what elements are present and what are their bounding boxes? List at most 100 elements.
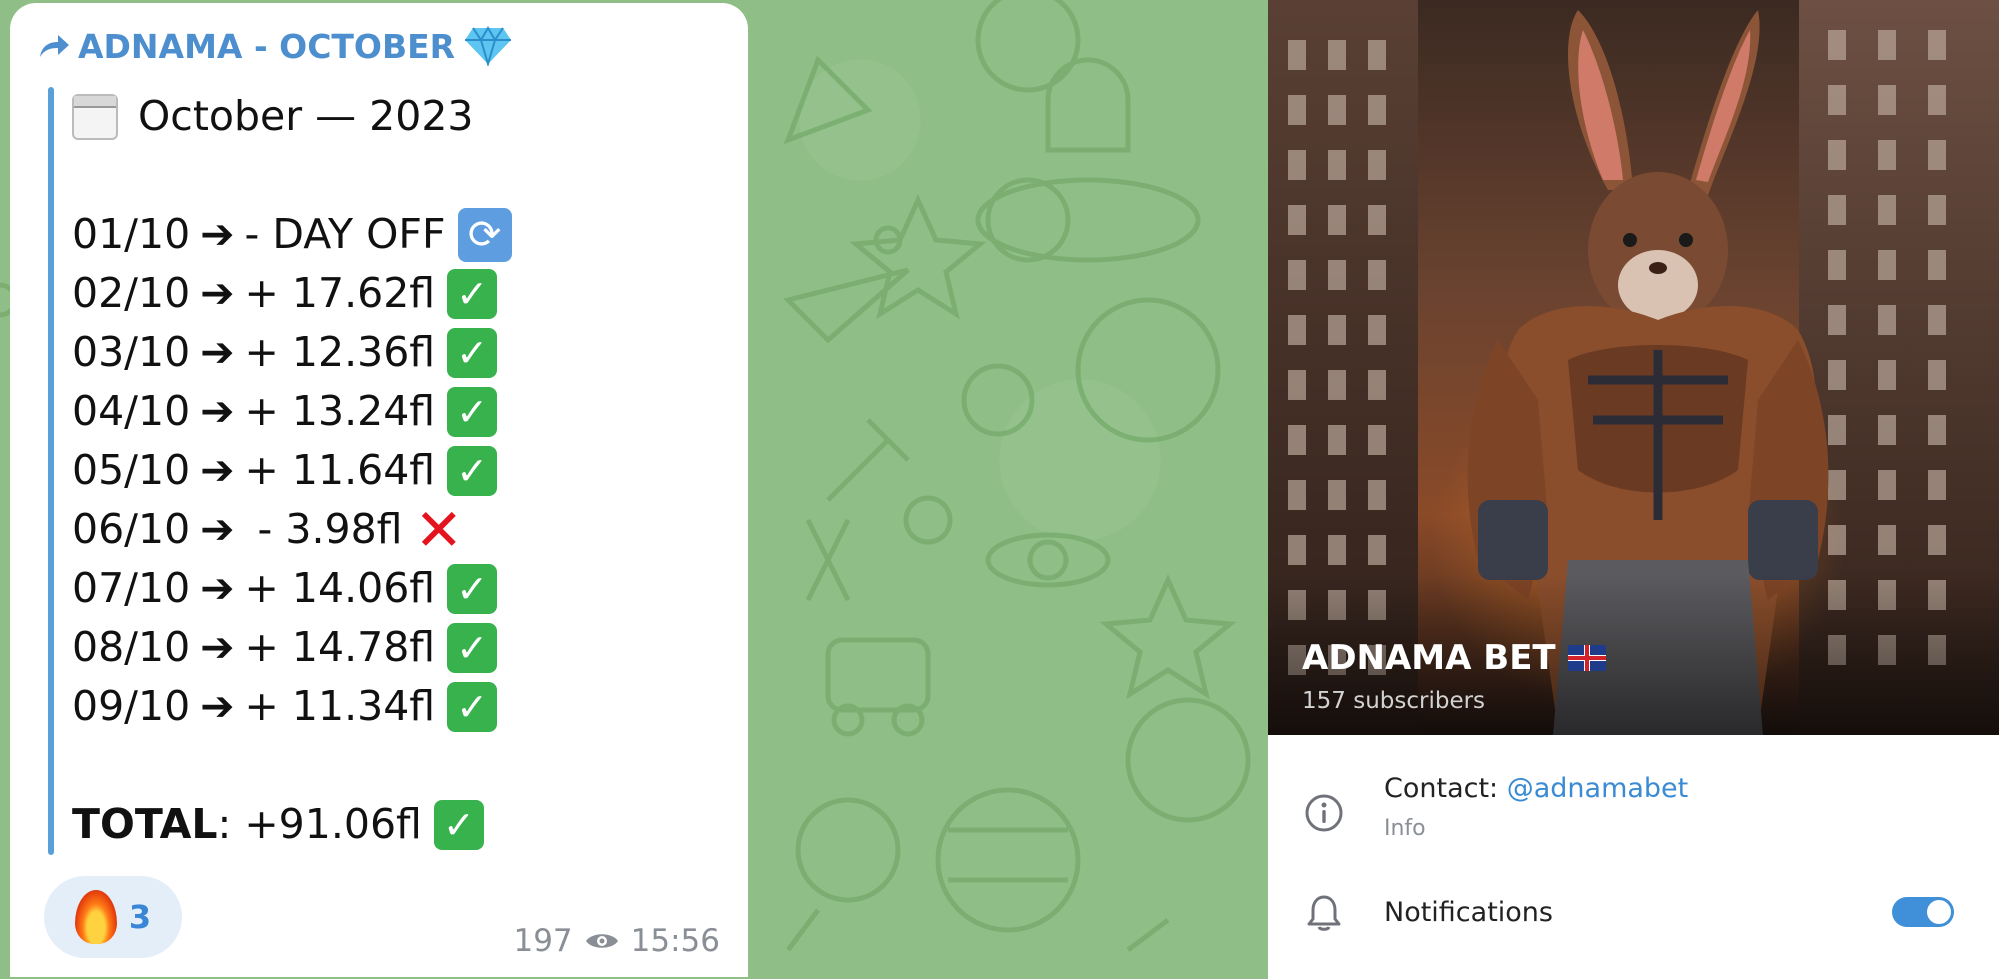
forwarded-header[interactable]: ADNAMA - OCTOBER	[38, 21, 513, 71]
building-window	[1328, 480, 1346, 510]
entry-date: 04/10	[72, 387, 191, 435]
building-window	[1328, 425, 1346, 455]
entry-line: 01/10 ➔ - DAY OFF ⟳	[72, 205, 512, 264]
building-window	[1928, 360, 1946, 390]
check-mark-icon: ✓	[447, 268, 498, 319]
contact-handle-link[interactable]: @adnamabet	[1507, 773, 1689, 804]
total-value: : +91.06fl	[217, 800, 422, 848]
message-bubble[interactable]: ADNAMA - OCTOBER October — 2023 01/10 ➔ - …	[10, 3, 748, 977]
building-window	[1878, 525, 1896, 555]
check-mark-icon: ✓	[447, 386, 498, 437]
building-window	[1288, 40, 1306, 70]
notifications-toggle[interactable]	[1892, 897, 1954, 927]
building-window	[1328, 535, 1346, 565]
building-window	[1878, 85, 1896, 115]
chat-background: ADNAMA - OCTOBER October — 2023 01/10 ➔ - …	[0, 0, 1268, 979]
channel-cover-image[interactable]: ADNAMA BET 157 subscribers	[1268, 0, 1999, 735]
contact-text: Contact: @adnamabet	[1384, 773, 1688, 804]
message-text: October — 2023 01/10 ➔ - DAY OFF ⟳ 02/10 ➔ + 1…	[72, 87, 512, 854]
building-window	[1368, 150, 1386, 180]
building-window	[1928, 195, 1946, 225]
check-mark-icon: ✓	[447, 622, 498, 673]
channel-info-panel: ADNAMA BET 157 subscribers Contact: @adn…	[1268, 0, 1999, 979]
entry-line: 03/10 ➔ + 12.36fl ✓	[72, 323, 512, 382]
building-window	[1288, 425, 1306, 455]
building-window	[1928, 415, 1946, 445]
building-window	[1878, 195, 1896, 225]
quote-bar	[48, 87, 54, 855]
uk-flag-icon	[1567, 645, 1606, 671]
right-arrow-icon: ➔	[200, 505, 235, 553]
total-label: TOTAL	[72, 800, 218, 848]
entry-value: + 12.36fl	[244, 328, 436, 376]
entry-line: 04/10 ➔ + 13.24fl ✓	[72, 382, 512, 441]
building-window	[1368, 535, 1386, 565]
building-window	[1878, 470, 1896, 500]
entry-value: + 11.34fl	[244, 682, 436, 730]
building-window	[1288, 150, 1306, 180]
entry-value: + 11.64fl	[244, 446, 436, 494]
eye-icon	[585, 934, 618, 948]
building-window	[1328, 150, 1346, 180]
reaction-count: 3	[128, 898, 152, 936]
entry-value: + 13.24fl	[244, 387, 436, 435]
check-mark-icon: ✓	[447, 563, 498, 614]
right-arrow-icon: ➔	[200, 623, 235, 671]
notifications-label: Notifications	[1384, 897, 1553, 928]
entry-line: 06/10 ➔ - 3.98fl ✕	[72, 500, 512, 559]
entry-date: 01/10	[72, 210, 191, 258]
building-window	[1288, 205, 1306, 235]
check-mark-icon: ✓	[447, 681, 498, 732]
building-window	[1288, 370, 1306, 400]
right-arrow-icon: ➔	[200, 328, 235, 376]
building-window	[1368, 480, 1386, 510]
check-mark-icon: ✓	[447, 327, 498, 378]
channel-name: ADNAMA BET	[1302, 638, 1556, 678]
entry-value: + 17.62fl	[244, 269, 436, 317]
right-arrow-icon: ➔	[200, 446, 235, 494]
view-count: 197	[513, 923, 573, 959]
entry-line: 05/10 ➔ + 11.64fl ✓	[72, 441, 512, 500]
forward-arrow-icon	[40, 35, 69, 57]
building-window	[1878, 140, 1896, 170]
bell-icon	[1307, 895, 1341, 931]
building-window	[1288, 535, 1306, 565]
building-window	[1928, 250, 1946, 280]
entry-value: + 14.78fl	[244, 623, 436, 671]
entry-value: - 3.98fl	[244, 505, 403, 553]
building-window	[1928, 305, 1946, 335]
building-window	[1368, 95, 1386, 125]
building-window	[1368, 370, 1386, 400]
entry-date: 05/10	[72, 446, 191, 494]
gem-icon	[465, 26, 512, 66]
building-window	[1288, 260, 1306, 290]
entry-value: + 14.06fl	[244, 564, 436, 612]
entry-date: 09/10	[72, 682, 191, 730]
right-arrow-icon: ➔	[200, 387, 235, 435]
message-title: October — 2023	[138, 92, 474, 140]
building-window	[1368, 205, 1386, 235]
entry-date: 08/10	[72, 623, 191, 671]
building-window	[1928, 470, 1946, 500]
entry-date: 06/10	[72, 505, 191, 553]
building-window	[1878, 250, 1896, 280]
building-window	[1328, 40, 1346, 70]
entry-value: - DAY OFF	[244, 210, 446, 258]
fire-reaction-button[interactable]: 3	[44, 876, 182, 958]
cross-mark-icon: ✕	[414, 495, 464, 564]
building-window	[1928, 525, 1946, 555]
fire-icon	[74, 890, 117, 944]
entry-line: 09/10 ➔ + 11.34fl ✓	[72, 677, 512, 736]
building-window	[1928, 30, 1946, 60]
building-window	[1328, 95, 1346, 125]
message-title-line: October — 2023	[72, 87, 512, 146]
calendar-icon	[72, 93, 118, 140]
building-window	[1878, 415, 1896, 445]
building-window	[1928, 140, 1946, 170]
check-mark-icon: ✓	[447, 445, 498, 496]
entry-date: 02/10	[72, 269, 191, 317]
building-window	[1368, 315, 1386, 345]
entries-list: 01/10 ➔ - DAY OFF ⟳ 02/10 ➔ + 17.62fl ✓ 03/10 ➔ + …	[72, 205, 512, 736]
toggle-knob	[1927, 900, 1951, 924]
